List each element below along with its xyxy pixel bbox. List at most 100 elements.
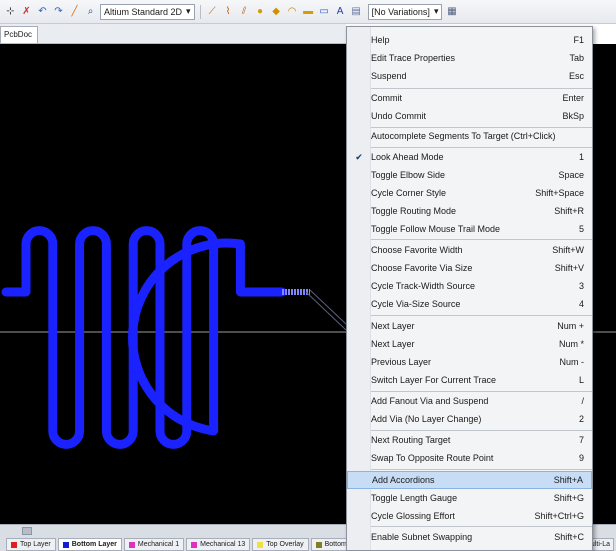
layer-tab-label: Top Layer (20, 541, 51, 548)
fill-icon[interactable]: ▬ (302, 5, 315, 18)
menu-item-shortcut: 7 (578, 435, 584, 445)
meander-trace (1, 226, 287, 449)
toolbar-separator (199, 4, 201, 19)
menu-item[interactable]: Enable Subnet Swapping Shift+C (347, 528, 592, 546)
menu-item[interactable]: Choose Favorite Via Size Shift+V (347, 259, 592, 277)
menu-item-shortcut: Num * (558, 339, 584, 349)
horizontal-scrollbar-thumb[interactable] (22, 527, 32, 535)
menu-item[interactable]: Swap To Opposite Route Point 9 (347, 449, 592, 467)
menu-item[interactable]: Toggle Routing Mode Shift+R (347, 202, 592, 220)
menu-item[interactable]: Undo Commit BkSp (347, 107, 592, 125)
menu-item-label: Toggle Length Gauge (371, 493, 458, 503)
polygon-icon[interactable]: ▭ (318, 5, 331, 18)
menu-item-label: Cycle Track-Width Source (371, 281, 476, 291)
variations-combo[interactable]: [No Variations] ▾ (367, 3, 443, 20)
menu-item[interactable]: ✔ Look Ahead Mode 1 (347, 148, 592, 166)
document-tab[interactable]: PcbDoc * (0, 26, 38, 55)
via-icon[interactable]: ● (254, 5, 267, 18)
layer-tab[interactable]: Mechanical 13 (186, 538, 251, 551)
interactive-route-icon[interactable]: ⌇ (222, 5, 235, 18)
redo-icon[interactable]: ↷ (52, 5, 65, 18)
menu-item-shortcut: Shift+G (553, 493, 584, 503)
cross-select-icon[interactable]: ⊹ (4, 5, 17, 18)
menu-item[interactable]: Suspend Esc (347, 67, 592, 85)
view-configuration-combo[interactable]: Altium Standard 2D ▾ (100, 3, 195, 20)
menu-item-shortcut: Shift+A (553, 475, 583, 485)
menu-item-shortcut: L (578, 375, 584, 385)
menu-item[interactable]: Next Layer Num * (347, 335, 592, 353)
menu-item-label: Cycle Via-Size Source (371, 299, 461, 309)
layer-tab[interactable]: Mechanical 1 (123, 538, 185, 551)
main-toolbar: ⊹ ✗ ↶ ↷ ╱ ⌕ Altium Standard 2D ▾ ⟋ ⌇ ⫽ ●… (0, 0, 616, 24)
menu-item[interactable]: Toggle Elbow Side Space (347, 166, 592, 184)
layer-color-swatch (11, 541, 17, 548)
layer-color-swatch (315, 541, 322, 548)
text-icon[interactable]: A (334, 5, 347, 18)
layer-tab[interactable]: Top Layer (6, 538, 56, 551)
menu-item-label: Next Layer (371, 321, 415, 331)
menu-item-shortcut: Shift+R (554, 206, 584, 216)
menu-item-label: Add Via (No Layer Change) (371, 414, 482, 424)
menu-item[interactable]: Choose Favorite Width Shift+W (347, 241, 592, 259)
view-configuration-value: Altium Standard 2D (104, 6, 183, 17)
menu-item[interactable]: Help F1 (347, 31, 592, 49)
menu-item-shortcut: / (581, 396, 584, 406)
menu-item-shortcut: Esc (568, 71, 584, 81)
menu-separator (371, 315, 592, 316)
menu-item-shortcut: Num - (559, 357, 585, 367)
route-icon[interactable]: ⟋ (206, 5, 219, 18)
clear-icon[interactable]: ✗ (20, 5, 33, 18)
menu-item[interactable]: Commit Enter (347, 89, 592, 107)
menu-item[interactable]: Cycle Track-Width Source 3 (347, 277, 592, 295)
menu-item-label: Autocomplete Segments To Target (Ctrl+Cl… (371, 131, 556, 141)
zoom-icon[interactable]: ⌕ (84, 5, 97, 18)
menu-item[interactable]: Next Layer Num + (347, 317, 592, 335)
menu-item-label: Undo Commit (371, 111, 427, 121)
menu-item-label: Commit (371, 93, 402, 103)
menu-item-label: Add Accordions (372, 475, 435, 485)
menu-item[interactable]: Edit Trace Properties Tab (347, 49, 592, 67)
menu-item[interactable]: Toggle Follow Mouse Trail Mode 5 (347, 220, 592, 238)
undo-icon[interactable]: ↶ (36, 5, 49, 18)
layer-set-icon[interactable]: ▤ (350, 5, 363, 18)
menu-item-label: Switch Layer For Current Trace (371, 375, 497, 385)
menu-item[interactable]: Add Via (No Layer Change) 2 (347, 410, 592, 428)
menu-item-shortcut: Shift+V (554, 263, 584, 273)
layer-tab-label: Top Overlay (266, 541, 304, 548)
menu-item-label: Next Layer (371, 339, 415, 349)
component-icon[interactable]: ▦ (445, 5, 458, 18)
menu-item-shortcut: 1 (578, 152, 584, 162)
menu-item-shortcut: Shift+Space (535, 188, 584, 198)
menu-item[interactable]: Add Fanout Via and Suspend / (347, 392, 592, 410)
menu-separator (371, 526, 592, 527)
menu-item[interactable]: Cycle Via-Size Source 4 (347, 295, 592, 313)
menu-item[interactable]: Cycle Corner Style Shift+Space (347, 184, 592, 202)
layer-tab[interactable]: Top Overlay (252, 538, 309, 551)
routing-context-menu: Help F1 Edit Trace Properties Tab Suspend Esc… (346, 26, 593, 551)
menu-item-shortcut: BkSp (562, 111, 584, 121)
pad-icon[interactable]: ◆ (270, 5, 283, 18)
menu-separator (371, 239, 592, 240)
menu-item-shortcut: 4 (578, 299, 584, 309)
menu-item[interactable]: Next Routing Target 7 (347, 431, 592, 449)
menu-item[interactable]: Toggle Length Gauge Shift+G (347, 489, 592, 507)
layer-tab-row: Top Layer Bottom Layer Mechanical 1 Mechani… (6, 538, 352, 551)
menu-item[interactable]: Autocomplete Segments To Target (Ctrl+Cl… (347, 127, 592, 145)
menu-item[interactable]: Switch Layer For Current Trace L (347, 371, 592, 389)
menu-item-label: Cycle Glossing Effort (371, 511, 455, 521)
checkmark-icon: ✔ (355, 151, 363, 162)
menu-item[interactable]: Cycle Glossing Effort Shift+Ctrl+G (347, 507, 592, 525)
menu-item[interactable]: Add Accordions Shift+A (347, 471, 592, 489)
menu-item-label: Toggle Follow Mouse Trail Mode (371, 224, 501, 234)
diff-pair-icon[interactable]: ⫽ (238, 5, 251, 18)
layer-tab[interactable]: Bottom Layer (57, 538, 122, 551)
highlighter-icon[interactable]: ╱ (68, 5, 81, 18)
layer-color-swatch (257, 541, 264, 548)
arc-icon[interactable]: ◠ (286, 5, 299, 18)
menu-item-label: Previous Layer (371, 357, 432, 367)
menu-item-shortcut: Num + (557, 321, 584, 331)
menu-item[interactable]: Previous Layer Num - (347, 353, 592, 371)
menu-item-shortcut: 2 (578, 414, 584, 424)
menu-item-label: Edit Trace Properties (371, 53, 456, 63)
chevron-down-icon: ▾ (186, 6, 191, 16)
